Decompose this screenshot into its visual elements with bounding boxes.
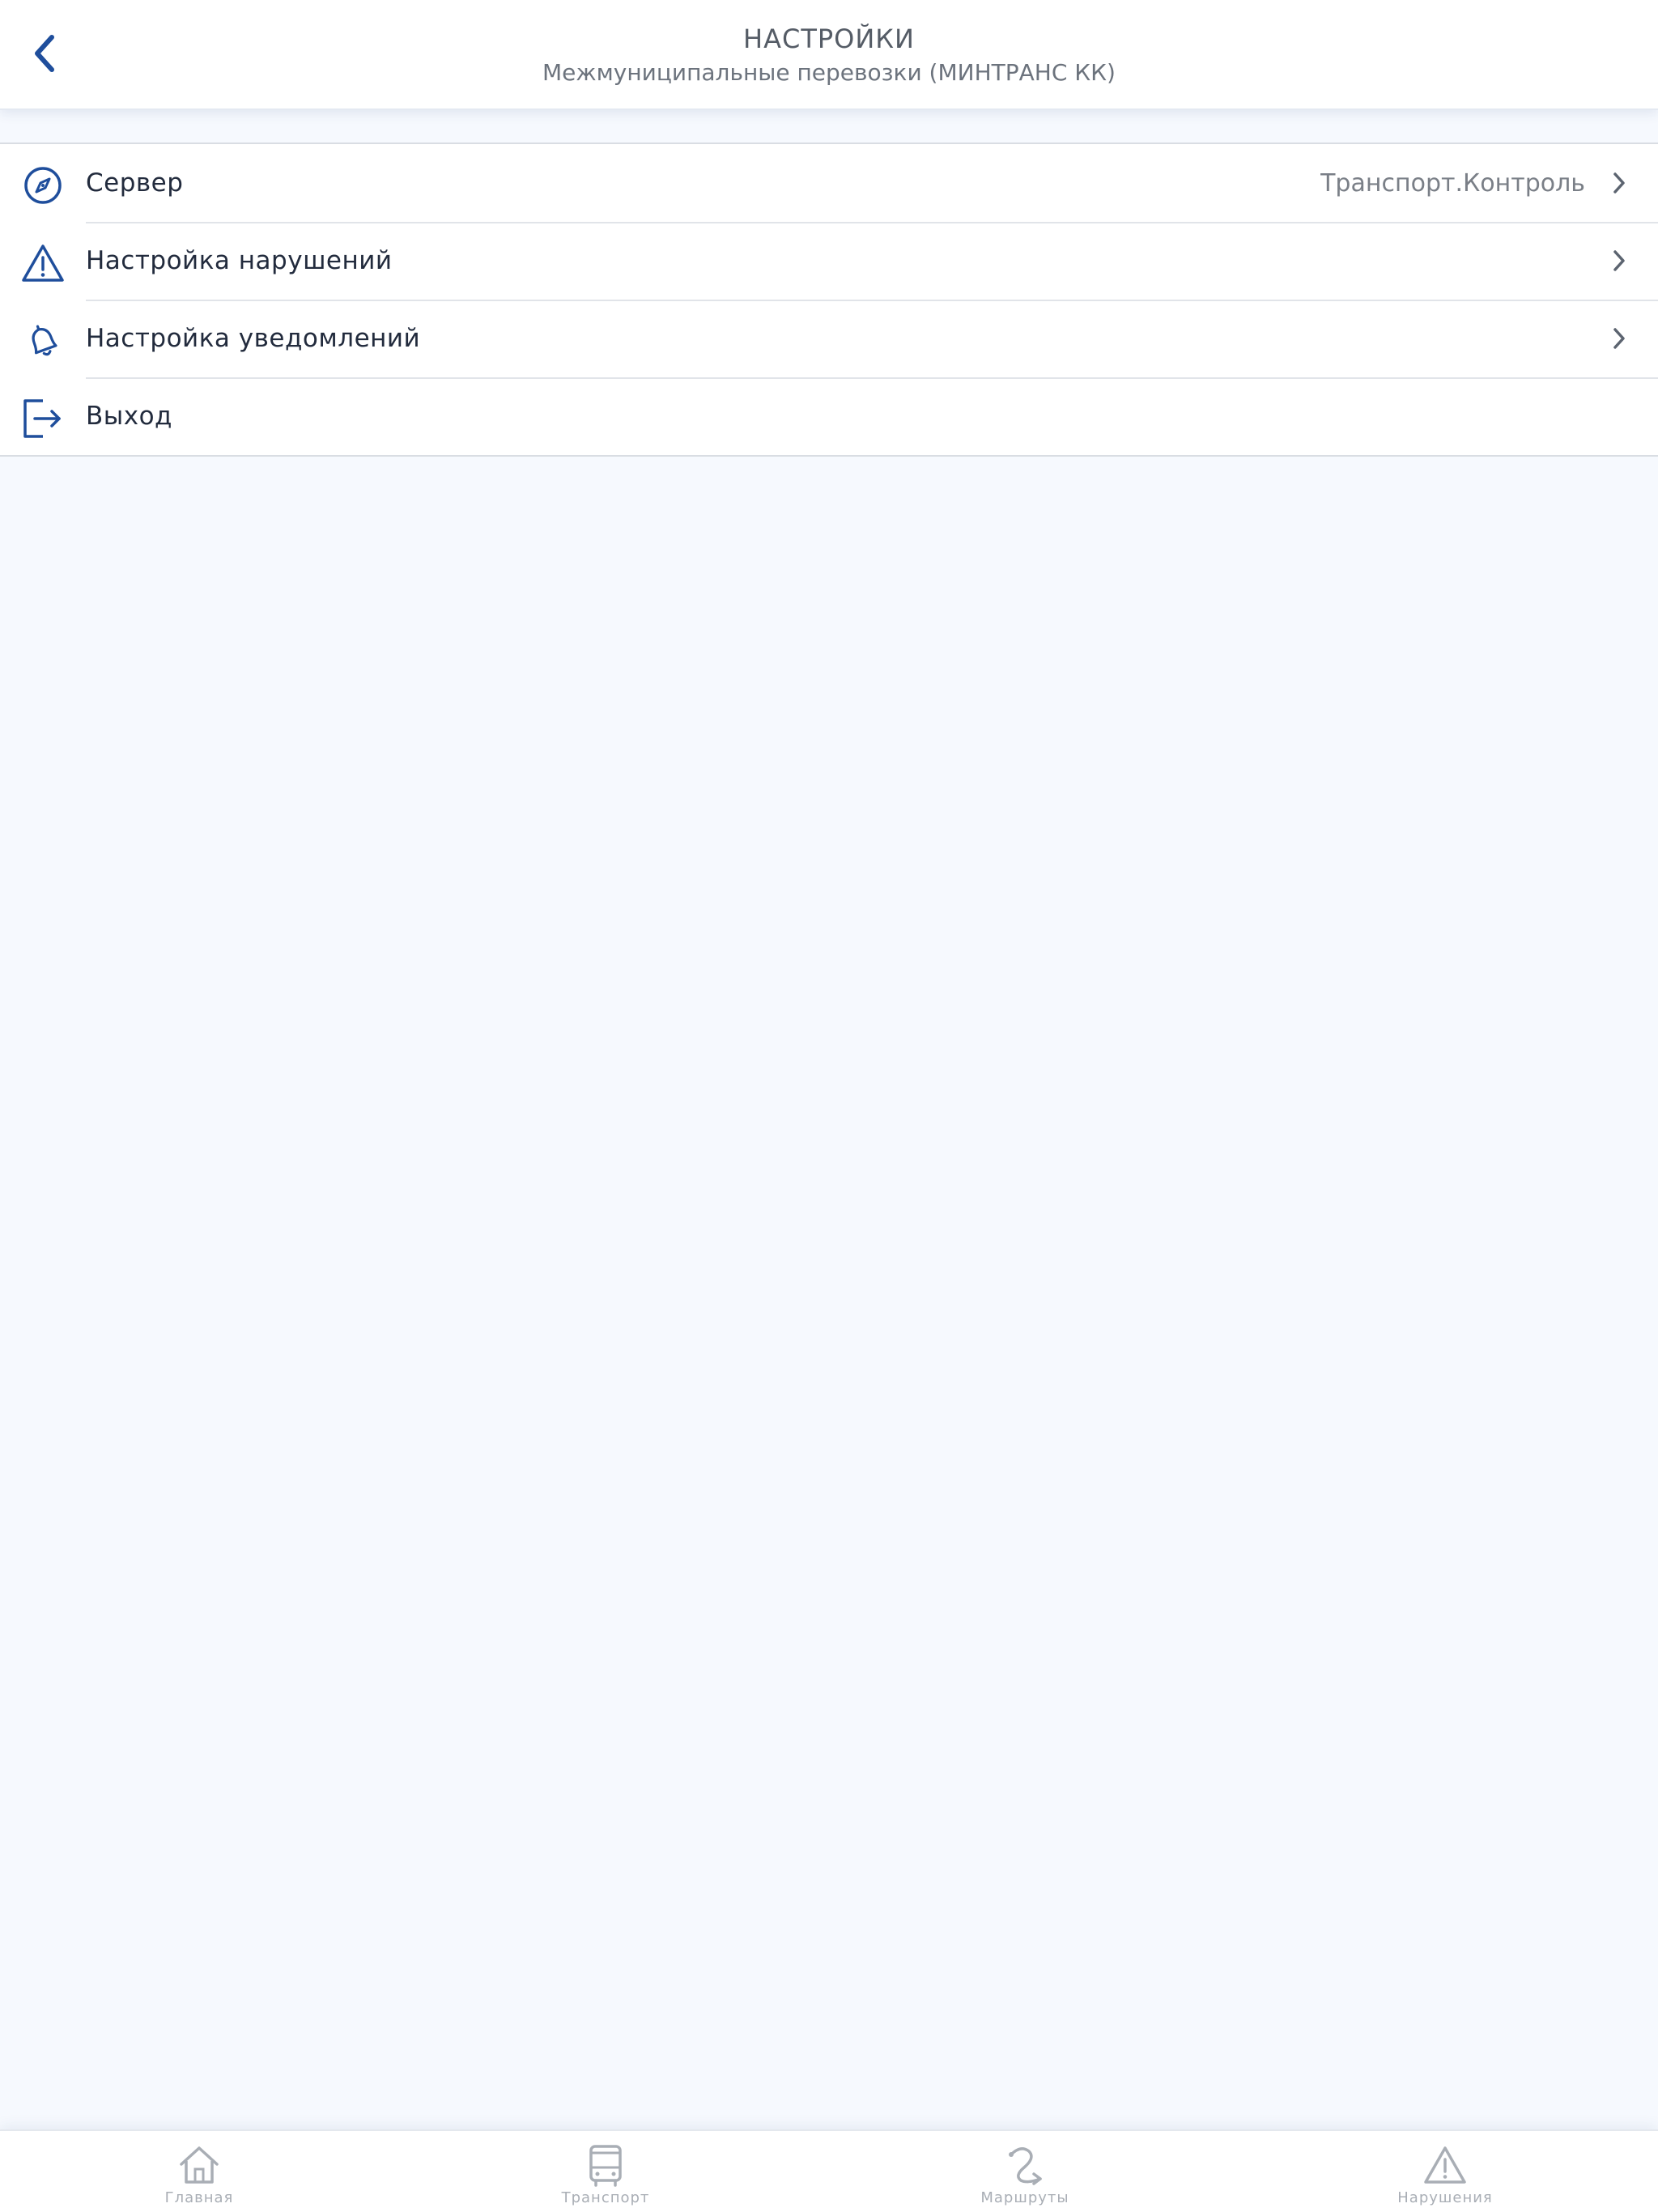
settings-item-label: Настройка нарушений bbox=[86, 246, 393, 275]
warning-triangle-icon bbox=[21, 241, 65, 285]
settings-item-logout[interactable]: Выход bbox=[0, 377, 1658, 455]
bus-icon bbox=[583, 2142, 628, 2188]
settings-item-server[interactable]: Сервер Транспорт.Контроль bbox=[0, 144, 1658, 222]
tab-label: Главная bbox=[164, 2189, 234, 2206]
settings-item-violations[interactable]: Настройка нарушений bbox=[0, 222, 1658, 300]
tab-home[interactable]: Главная bbox=[118, 2131, 280, 2212]
server-value: Транспорт.Контроль bbox=[1320, 168, 1585, 198]
tab-label: Транспорт bbox=[561, 2189, 650, 2206]
page-title: НАСТРОЙКИ bbox=[743, 23, 915, 54]
chevron-right-icon bbox=[1609, 171, 1629, 195]
header-bar: НАСТРОЙКИ Межмуниципальные перевозки (МИ… bbox=[0, 0, 1658, 110]
tab-violations[interactable]: Нарушения bbox=[1364, 2131, 1526, 2212]
settings-item-notifications[interactable]: Настройка уведомлений bbox=[0, 300, 1658, 377]
settings-item-label: Выход bbox=[86, 402, 172, 431]
bell-icon bbox=[21, 319, 65, 363]
home-icon bbox=[176, 2142, 222, 2188]
chevron-right-icon bbox=[1609, 326, 1629, 351]
warning-triangle-icon bbox=[1422, 2142, 1468, 2188]
tab-label: Нарушения bbox=[1397, 2189, 1493, 2206]
compass-icon bbox=[21, 164, 65, 207]
bottom-tab-bar: Главная Транспорт Маршруты Нарушения bbox=[0, 2129, 1658, 2212]
tab-label: Маршруты bbox=[980, 2189, 1069, 2206]
logout-icon bbox=[21, 397, 65, 440]
route-icon bbox=[1002, 2142, 1048, 2188]
tab-routes[interactable]: Маршруты bbox=[944, 2131, 1106, 2212]
settings-item-label: Настройка уведомлений bbox=[86, 324, 421, 353]
settings-item-label: Сервер bbox=[86, 168, 184, 198]
tab-transport[interactable]: Транспорт bbox=[525, 2131, 687, 2212]
settings-list: Сервер Транспорт.Контроль Настройка нару… bbox=[0, 143, 1658, 457]
chevron-right-icon bbox=[1609, 249, 1629, 273]
page-subtitle: Межмуниципальные перевозки (МИНТРАНС КК) bbox=[542, 59, 1116, 86]
